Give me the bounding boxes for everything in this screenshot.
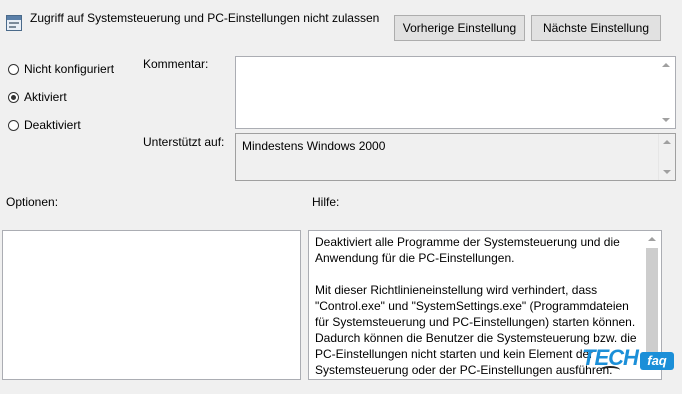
radio-circle[interactable] <box>8 63 19 75</box>
supported-on-box: Mindestens Windows 2000 <box>235 133 676 181</box>
scroll-up-arrow-icon[interactable] <box>662 63 670 67</box>
scroll-down-arrow-icon[interactable] <box>663 170 671 174</box>
scroll-down-arrow-icon[interactable] <box>662 118 670 122</box>
options-pane <box>2 230 301 380</box>
radio-label: Aktiviert <box>24 90 67 104</box>
help-label: Hilfe: <box>312 195 340 209</box>
radio-label: Nicht konfiguriert <box>24 62 115 76</box>
supported-on-label: Unterstützt auf: <box>143 135 225 149</box>
radio-not-configured[interactable]: Nicht konfiguriert <box>8 62 114 76</box>
comment-textbox[interactable] <box>235 56 676 129</box>
comment-scrollbar[interactable] <box>658 57 675 128</box>
techfaq-logo: TECH faq <box>582 349 682 372</box>
help-paragraph: Deaktiviert alle Programme der Systemste… <box>315 235 620 265</box>
scroll-thumb[interactable] <box>646 248 658 358</box>
scroll-up-arrow-icon[interactable] <box>648 237 656 241</box>
logo-swoosh <box>600 366 620 372</box>
comment-label: Kommentar: <box>143 57 209 71</box>
options-label: Optionen: <box>6 195 59 209</box>
next-setting-button[interactable]: Nächste Einstellung <box>531 15 661 41</box>
radio-label: Deaktiviert <box>24 118 81 132</box>
radio-circle[interactable] <box>8 119 19 131</box>
supported-on-value: Mindestens Windows 2000 <box>242 139 386 153</box>
logo-suffix: faq <box>640 352 674 370</box>
policy-setting-icon <box>6 15 22 31</box>
previous-setting-button[interactable]: Vorherige Einstellung <box>394 15 525 41</box>
supported-scrollbar[interactable] <box>658 134 675 180</box>
radio-enabled[interactable]: Aktiviert <box>8 90 67 104</box>
scroll-up-arrow-icon[interactable] <box>663 140 671 144</box>
setting-title: Zugriff auf Systemsteuerung und PC-Einst… <box>30 11 380 25</box>
radio-disabled[interactable]: Deaktiviert <box>8 118 81 132</box>
radio-circle[interactable] <box>8 91 19 103</box>
